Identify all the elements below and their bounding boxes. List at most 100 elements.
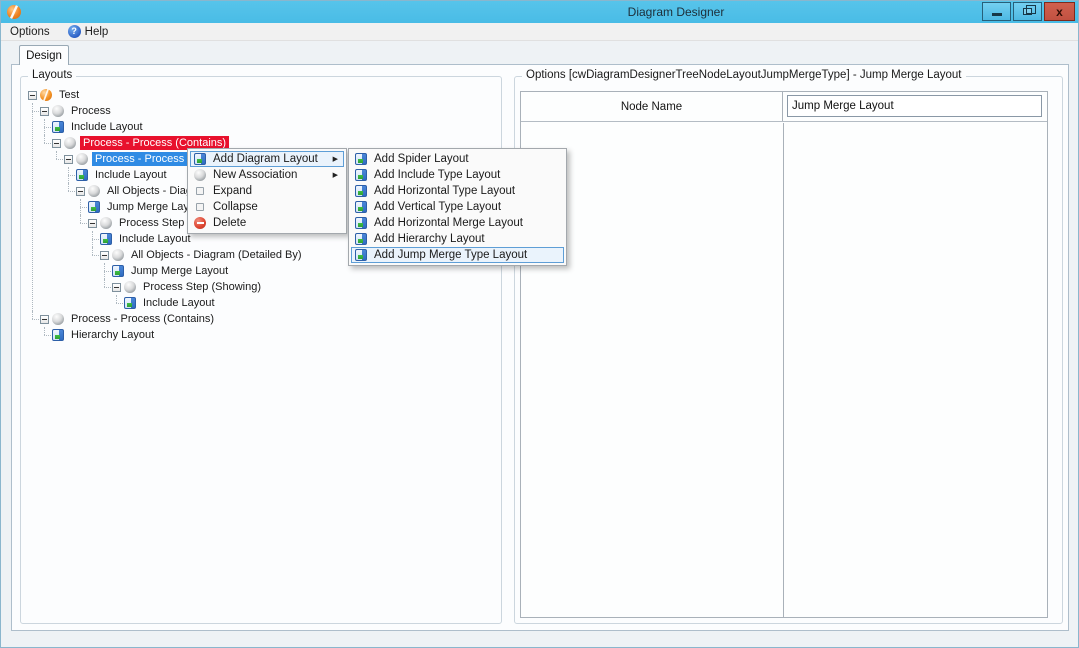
menu-item-add-include-type-layout[interactable]: Add Include Type Layout [351,167,564,183]
tree-node-label[interactable]: Include Layout [116,232,194,246]
tree-expander-collapse[interactable] [40,315,49,324]
menu-item-add-vertical-type-layout[interactable]: Add Vertical Type Layout [351,199,564,215]
layout-icon [124,297,136,309]
menu-options[interactable]: Options [1,23,59,40]
menu-item-icon-slot [355,233,374,245]
menu-item-add-horizontal-type-layout[interactable]: Add Horizontal Type Layout [351,183,564,199]
tree-node-label[interactable]: Hierarchy Layout [68,328,157,342]
tree-node-label[interactable]: Include Layout [68,120,146,134]
menu-item-icon-slot [194,217,213,229]
node-name-input[interactable] [787,95,1042,117]
tree-node: Process Step (Showing) Include Layout [112,279,498,311]
tree-node-label[interactable]: Process [68,104,114,118]
menu-help[interactable]: ? Help [59,23,118,40]
options-grid-header-row: Node Name [521,92,1047,122]
menu-item-add-spider-layout[interactable]: Add Spider Layout [351,151,564,167]
restore-button[interactable] [1013,2,1042,21]
layout-icon [355,249,367,261]
layout-icon [52,121,64,133]
menu-item-add-hierarchy-layout[interactable]: Add Hierarchy Layout [351,231,564,247]
expand-icon [196,187,204,195]
options-groupbox: Options [cwDiagramDesignerTreeNodeLayout… [514,76,1063,624]
menu-item-label: Delete [213,217,340,229]
menu-item-expand[interactable]: Expand [190,183,344,199]
menu-item-label: Expand [213,185,340,197]
close-button[interactable]: x [1044,2,1075,21]
options-grid-body [521,123,1047,617]
menu-item-label: Add Horizontal Type Layout [374,185,560,197]
add-diagram-layout-submenu: Add Spider Layout Add Include Type Layout… [348,148,567,266]
layouts-groupbox-title: Layouts [28,69,76,81]
collapse-icon [196,203,204,211]
menu-item-add-jump-merge-type-layout[interactable]: Add Jump Merge Type Layout [351,247,564,263]
tree-row: Hierarchy Layout [52,327,498,343]
menu-item-icon-slot [194,153,213,165]
layout-icon [355,201,367,213]
options-grid-divider [783,123,784,617]
layout-icon [355,153,367,165]
options-groupbox-title: Options [cwDiagramDesignerTreeNodeLayout… [522,69,966,81]
tree-expander-collapse[interactable] [100,251,109,260]
menu-item-icon-slot [355,169,374,181]
menubar: Options ? Help [1,23,1078,41]
minimize-icon [992,13,1002,16]
menu-item-new-association[interactable]: New Association▶ [190,167,344,183]
menu-item-label: Add Diagram Layout [213,153,333,165]
designer-icon [40,89,52,101]
menu-item-label: Add Hierarchy Layout [374,233,560,245]
tree-node: Hierarchy Layout [52,327,498,343]
menu-item-label: Add Include Type Layout [374,169,560,181]
menu-item-icon-slot [355,249,374,261]
tree-expander-collapse[interactable] [64,155,73,164]
help-icon: ? [68,25,81,38]
menu-item-delete[interactable]: Delete [190,215,344,231]
tab-design[interactable]: Design [19,45,69,65]
tree-expander-collapse[interactable] [76,187,85,196]
window-controls: x [980,2,1075,21]
titlebar: Diagram Designer x [1,1,1078,23]
diagram-designer-icon [7,5,21,19]
tree-row: Include Layout [52,119,498,135]
tree-expander-collapse[interactable] [112,283,121,292]
options-grid: Node Name [520,91,1048,618]
submenu-arrow-icon: ▶ [333,155,340,163]
layout-icon [355,217,367,229]
tree-node-label[interactable]: All Objects - Diagram (Detailed By) [128,248,305,262]
association-icon [52,313,64,325]
tab-design-label: Design [26,50,62,62]
tree-node-label[interactable]: Test [56,88,82,102]
menu-item-label: Add Spider Layout [374,153,560,165]
layout-icon [355,185,367,197]
tree-expander-collapse[interactable] [52,139,61,148]
minimize-button[interactable] [982,2,1011,21]
object-icon [100,217,112,229]
menu-item-icon-slot [355,153,374,165]
tree-expander-collapse[interactable] [28,91,37,100]
menu-item-add-horizontal-merge-layout[interactable]: Add Horizontal Merge Layout [351,215,564,231]
object-icon [52,105,64,117]
menu-item-icon-slot [194,201,213,213]
association-icon [88,185,100,197]
tree-node-label[interactable]: Include Layout [92,168,170,182]
tree-node-label[interactable]: Jump Merge Layout [128,264,231,278]
layout-icon [355,233,367,245]
window-title: Diagram Designer [628,5,725,19]
tree-row: Include Layout [124,295,498,311]
object-icon [124,281,136,293]
node-name-header: Node Name [521,92,783,121]
tree-node: Include Layout [124,295,498,311]
tree-row: Process Step (Showing) [112,279,498,295]
layout-icon [88,201,100,213]
menu-item-collapse[interactable]: Collapse [190,199,344,215]
menu-item-add-diagram-layout[interactable]: Add Diagram Layout▶ [190,151,344,167]
layout-icon [52,329,64,341]
tree-expander-collapse[interactable] [40,107,49,116]
menu-item-icon-slot [355,201,374,213]
tree-expander-collapse[interactable] [88,219,97,228]
tree-node-label[interactable]: Include Layout [140,296,218,310]
layout-icon [112,265,124,277]
tree-node-label[interactable]: Process Step (Showing) [140,280,264,294]
association-icon [194,169,206,181]
tree-node-label[interactable]: Process - Process (Contains) [68,312,217,326]
tree-node: Include Layout [52,119,498,135]
